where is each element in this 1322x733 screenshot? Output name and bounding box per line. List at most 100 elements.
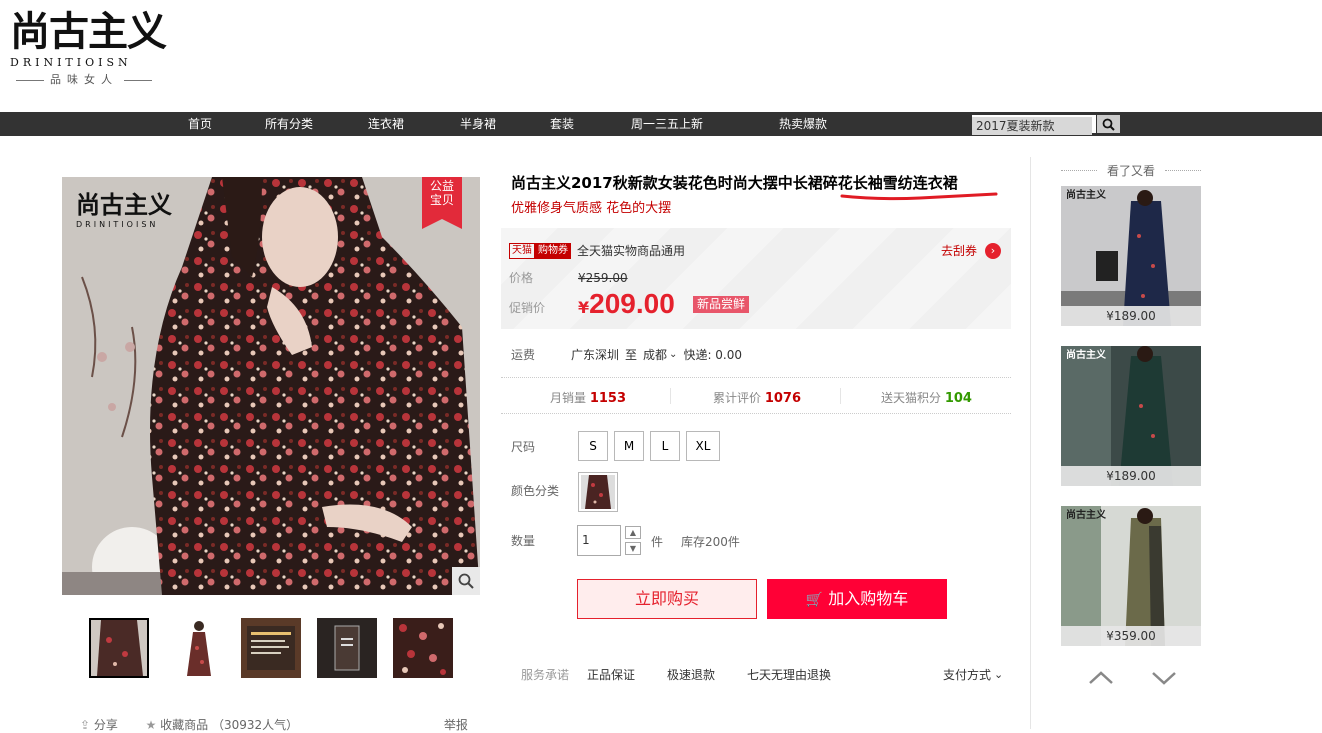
size-option-m[interactable]: M xyxy=(614,431,644,461)
shipping-label: 运费 xyxy=(511,348,536,362)
logo-name-cn: 尚古主义 xyxy=(10,8,167,55)
service-7day-return[interactable]: 七天无理由退换 xyxy=(747,666,831,683)
total-reviews[interactable]: 累计评价 1076 xyxy=(713,389,801,406)
zoom-button[interactable] xyxy=(452,567,480,595)
quantity-input[interactable]: 1 xyxy=(577,525,621,556)
coupon-link[interactable]: 去刮券 › xyxy=(941,242,1001,259)
service-genuine[interactable]: 正品保证 xyxy=(587,666,667,683)
divider xyxy=(501,377,1011,378)
nav-item-dresses[interactable]: 连衣裙 xyxy=(368,112,404,136)
thumbnail-4[interactable] xyxy=(317,618,377,678)
chevron-up-icon xyxy=(1089,671,1113,684)
size-option-s[interactable]: S xyxy=(578,431,608,461)
size-option-l[interactable]: L xyxy=(650,431,680,461)
logo-tagline: 品味女人 xyxy=(10,71,170,87)
buy-now-button[interactable]: 立即购买 xyxy=(577,579,757,619)
coupon-tag: 购物券 xyxy=(535,242,571,259)
sales-label: 月销量 xyxy=(550,391,587,405)
nav-item-hot-sellers[interactable]: 热卖爆款 xyxy=(779,112,827,136)
ship-method: 快递: 0.00 xyxy=(683,348,743,362)
thumbnail-image xyxy=(169,618,229,678)
payment-label: 支付方式 xyxy=(943,668,992,682)
svg-text:尚古主义: 尚古主义 xyxy=(1066,508,1107,521)
related-item-image: 尚古主义 xyxy=(1061,186,1201,326)
thumbnail-2[interactable] xyxy=(169,618,229,678)
store-search xyxy=(972,115,1120,135)
search-button[interactable] xyxy=(1096,115,1120,133)
size-label: 尺码 xyxy=(511,440,536,454)
image-brand-watermark: 尚古主义 DRINITIOISN xyxy=(76,190,172,229)
main-product-image[interactable]: 尚古主义 DRINITIOISN 公益 宝贝 xyxy=(62,177,480,595)
related-item-image: 尚古主义 xyxy=(1061,506,1201,646)
related-item-price: ¥189.00 xyxy=(1061,466,1201,486)
quantity-increase-button[interactable]: ▲ xyxy=(625,526,641,539)
new-arrival-tag: 新品尝鲜 xyxy=(693,296,750,313)
service-fast-refund[interactable]: 极速退款 xyxy=(667,666,747,683)
thumbnail-1[interactable] xyxy=(89,618,149,678)
payment-methods-dropdown[interactable]: 支付方式 ⌄ xyxy=(943,666,1003,683)
stat-separator xyxy=(840,388,841,404)
thumbnail-image xyxy=(393,618,453,678)
nav-item-skirts[interactable]: 半身裙 xyxy=(460,112,496,136)
add-to-cart-button[interactable]: 🛒 加入购物车 xyxy=(767,579,947,619)
related-item-image: 尚古主义 xyxy=(1061,346,1201,486)
related-scroll-down-button[interactable] xyxy=(1149,668,1179,688)
nav-item-sets[interactable]: 套装 xyxy=(550,112,574,136)
thumbnail-3[interactable] xyxy=(241,618,301,678)
sales-value: 1153 xyxy=(589,391,627,406)
stat-separator xyxy=(670,388,671,404)
svg-text:尚古主义: 尚古主义 xyxy=(1066,188,1107,201)
chevron-right-icon: › xyxy=(985,242,1001,259)
currency-symbol: ¥ xyxy=(578,298,590,317)
nav-item-home[interactable]: 首页 xyxy=(188,112,212,136)
report-link[interactable]: 举报 xyxy=(444,718,468,732)
coupon-row: 天猫 购物券 全天猫实物商品通用 xyxy=(509,242,685,259)
related-item-2[interactable]: 尚古主义 ¥189.00 xyxy=(1061,346,1201,486)
reviews-value: 1076 xyxy=(764,391,802,406)
quantity-unit: 件 xyxy=(651,535,664,549)
reviews-label: 累计评价 xyxy=(713,391,762,405)
thumbnail-5[interactable] xyxy=(393,618,453,678)
related-title: 看了又看 xyxy=(1061,162,1201,179)
divider xyxy=(501,413,1011,414)
ship-to-select[interactable]: 成都 ⌄ xyxy=(643,346,677,363)
nav-item-new-arrivals[interactable]: 周一三五上新 xyxy=(631,112,703,136)
search-icon xyxy=(1102,118,1115,131)
related-item-3[interactable]: 尚古主义 ¥359.00 xyxy=(1061,506,1201,646)
ship-to-city: 成都 xyxy=(643,348,668,362)
favorite-link[interactable]: 收藏商品 xyxy=(160,718,208,732)
stock-count: 库存200件 xyxy=(681,535,740,549)
promo-price-label: 促销价 xyxy=(509,301,546,315)
points-value: 104 xyxy=(944,391,972,406)
thumbnail-image xyxy=(241,618,301,678)
svg-text:尚古主义: 尚古主义 xyxy=(1066,348,1107,361)
size-option-xl[interactable]: XL xyxy=(686,431,720,461)
promo-price-value: 209.00 xyxy=(589,288,675,319)
price-panel: 天猫 购物券 全天猫实物商品通用 去刮券 › 价格 ¥259.00 促销价 ¥ 2… xyxy=(501,228,1011,329)
store-logo[interactable]: 尚古主义 DRINITIOISN 品味女人 xyxy=(10,10,170,90)
chevron-down-icon: ⌄ xyxy=(994,668,1004,681)
related-item-price: ¥189.00 xyxy=(1061,306,1201,326)
tmall-points: 送天猫积分 104 xyxy=(881,389,972,406)
cart-icon: 🛒 xyxy=(805,592,824,608)
price-label: 价格 xyxy=(509,271,534,285)
related-scroll-up-button[interactable] xyxy=(1086,668,1116,688)
coupon-text: 全天猫实物商品通用 xyxy=(577,244,686,258)
share-favorite-row: ⇪ 分享 ★ 收藏商品 （30932人气） 举报 xyxy=(80,716,468,733)
favorite-count: （30932人气） xyxy=(212,718,299,732)
color-option-floral[interactable] xyxy=(578,472,618,512)
charity-badge: 公益 宝贝 xyxy=(422,177,462,229)
store-search-input[interactable] xyxy=(972,116,1092,135)
original-price: ¥259.00 xyxy=(578,271,628,285)
tmall-tag: 天猫 xyxy=(509,242,535,259)
service-label: 服务承诺 xyxy=(521,668,570,682)
color-swatch-image xyxy=(581,475,615,509)
chevron-down-icon: ⌄ xyxy=(669,349,678,360)
quantity-decrease-button[interactable]: ▼ xyxy=(625,542,641,555)
store-nav-bar: 首页 所有分类 连衣裙 半身裙 套装 周一三五上新 热卖爆款 xyxy=(0,112,1322,136)
magnifier-icon xyxy=(458,573,474,589)
nav-item-all-categories[interactable]: 所有分类 xyxy=(265,112,313,136)
related-item-1[interactable]: 尚古主义 ¥189.00 xyxy=(1061,186,1201,326)
share-link[interactable]: 分享 xyxy=(94,718,118,732)
related-item-price: ¥359.00 xyxy=(1061,626,1201,646)
